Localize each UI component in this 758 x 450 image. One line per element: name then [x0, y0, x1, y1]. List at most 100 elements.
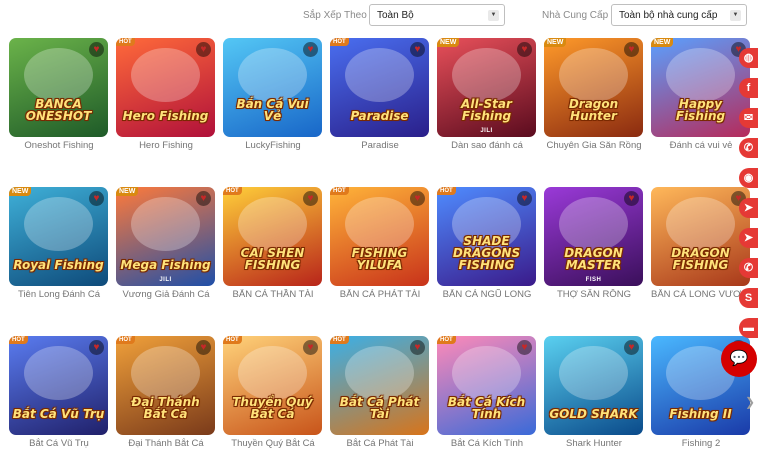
live-chat-button[interactable]: 💬 [721, 341, 757, 377]
game-card[interactable]: NEW ♥ Mega Fishing JILI Vương Giả Đánh Cá [116, 187, 216, 300]
whatsapp-icon[interactable]: ✆ [739, 138, 758, 158]
game-card[interactable]: ♥ Bắn Cá Vui Vẻ LuckyFishing [223, 38, 323, 151]
favorite-heart-icon[interactable]: ♥ [89, 340, 104, 355]
game-card[interactable]: HOT ♥ Bắt Cá Phát Tài Bắt Cá Phát Tài [330, 336, 430, 449]
favorite-heart-icon[interactable]: ♥ [624, 340, 639, 355]
game-logo-text: Paradise [350, 109, 409, 123]
game-thumbnail[interactable]: HOT ♥ Hero Fishing [116, 38, 215, 137]
game-thumbnail[interactable]: NEW ♥ Mega Fishing JILI [116, 187, 215, 286]
game-card[interactable]: HOT ♥ Thuyền Quý Bắt Cá Thuyền Quý Bắt Cá [223, 336, 323, 449]
favorite-heart-icon[interactable]: ♥ [624, 42, 639, 57]
game-logo-text: FISHING YILUFA [351, 246, 408, 272]
favorite-heart-icon[interactable]: ♥ [89, 191, 104, 206]
thumbnail-artwork [237, 47, 308, 103]
favorite-heart-icon[interactable]: ♥ [517, 191, 532, 206]
game-name: Chuyên Gia Săn Rồng [546, 140, 642, 151]
favorite-heart-icon[interactable]: ♥ [196, 191, 211, 206]
chat-bubble-icon[interactable]: ◍ [739, 48, 758, 68]
game-thumbnail[interactable]: HOT ♥ Bắt Cá Kích Tính [437, 336, 536, 435]
chat-icon: 💬 [729, 350, 749, 367]
favorite-heart-icon[interactable]: ♥ [303, 340, 318, 355]
game-name: Dàn sao đánh cá [451, 140, 523, 151]
game-card[interactable]: NEW ♥ Dragon Hunter Chuyên Gia Săn Rồng [544, 38, 644, 151]
game-logo-text: Bắt Cá Kích Tính [447, 395, 526, 421]
line-icon[interactable]: ▬ [739, 318, 758, 338]
game-thumbnail[interactable]: ♥ DRAGON MASTER FISH [544, 187, 643, 286]
phone-icon[interactable]: ✆ [739, 258, 758, 278]
game-thumbnail[interactable]: ♥ DRAGON FISHING [651, 187, 750, 286]
messenger-icon[interactable]: ✉ [739, 108, 758, 128]
status-badge: HOT [437, 336, 456, 344]
favorite-heart-icon[interactable]: ♥ [410, 42, 425, 57]
game-thumbnail[interactable]: ♥ Bắn Cá Vui Vẻ [223, 38, 322, 137]
favorite-heart-icon[interactable]: ♥ [303, 42, 318, 57]
status-badge: HOT [330, 187, 349, 195]
game-card[interactable]: NEW ♥ Happy Fishing Đánh cá vui vẻ [651, 38, 751, 151]
favorite-heart-icon[interactable]: ♥ [196, 340, 211, 355]
thumbnail-artwork [344, 345, 415, 401]
thumbnail-artwork [558, 196, 629, 252]
facebook-icon[interactable]: f [739, 78, 758, 98]
chevron-down-icon: ▼ [730, 10, 741, 21]
game-name: Paradise [361, 140, 399, 151]
game-card[interactable]: NEW ♥ All-Star Fishing JILI Dàn sao đánh cá [437, 38, 537, 151]
sort-select-value: Toàn Bộ [377, 10, 414, 21]
game-card[interactable]: NEW ♥ Royal Fishing Tiên Long Đánh Cá [9, 187, 109, 300]
favorite-heart-icon[interactable]: ♥ [196, 42, 211, 57]
game-card[interactable]: HOT ♥ CAI SHEN FISHING BẮN CÁ THẦN TÀI [223, 187, 323, 300]
provider-select[interactable]: Toàn bộ nhà cung cấp ▼ [611, 4, 747, 26]
game-card[interactable]: HOT ♥ FISHING YILUFA BẮN CÁ PHÁT TÀI [330, 187, 430, 300]
game-thumbnail[interactable]: HOT ♥ Thuyền Quý Bắt Cá [223, 336, 322, 435]
provider-label: Nhà Cung Cấp [542, 10, 609, 21]
game-card[interactable]: HOT ♥ Hero Fishing Hero Fishing [116, 38, 216, 151]
favorite-heart-icon[interactable]: ♥ [410, 340, 425, 355]
game-thumbnail[interactable]: NEW ♥ Dragon Hunter [544, 38, 643, 137]
game-thumbnail[interactable]: NEW ♥ Royal Fishing [9, 187, 108, 286]
game-name: Shark Hunter [566, 438, 622, 449]
skype-icon[interactable]: S [739, 288, 758, 308]
game-thumbnail[interactable]: NEW ♥ All-Star Fishing JILI [437, 38, 536, 137]
provider-tag: JILI [480, 128, 493, 134]
game-card[interactable]: HOT ♥ Đại Thánh Bắt Cá Đại Thánh Bắt Cá [116, 336, 216, 449]
game-card[interactable]: ♥ DRAGON FISHING BẮN CÁ LONG VƯƠNG [651, 187, 751, 300]
game-thumbnail[interactable]: HOT ♥ CAI SHEN FISHING [223, 187, 322, 286]
wechat-icon[interactable]: ◉ [739, 168, 758, 188]
game-thumbnail[interactable]: NEW ♥ Happy Fishing [651, 38, 750, 137]
game-card[interactable]: HOT ♥ Bắt Cá Vũ Trụ Bắt Cá Vũ Trụ [9, 336, 109, 449]
favorite-heart-icon[interactable]: ♥ [517, 42, 532, 57]
game-card[interactable]: ♥ BANCA ONESHOT Oneshot Fishing [9, 38, 109, 151]
filter-bar: Sắp Xếp Theo Toàn Bộ ▼ Nhà Cung Cấp Toàn… [0, 0, 758, 34]
provider-select-value: Toàn bộ nhà cung cấp [619, 10, 718, 21]
game-name: Bắt Cá Phát Tài [346, 438, 414, 449]
favorite-heart-icon[interactable]: ♥ [410, 191, 425, 206]
status-badge: HOT [330, 336, 349, 344]
telegram-icon[interactable]: ➤ [739, 228, 758, 248]
game-name: BẮN CÁ THẦN TÀI [232, 289, 314, 300]
game-thumbnail[interactable]: ♥ BANCA ONESHOT [9, 38, 108, 137]
favorite-heart-icon[interactable]: ♥ [303, 191, 318, 206]
telegram-icon[interactable]: ➤ [739, 198, 758, 218]
game-card[interactable]: HOT ♥ Bắt Cá Kích Tính Bắt Cá Kích Tính [437, 336, 537, 449]
game-thumbnail[interactable]: HOT ♥ Paradise [330, 38, 429, 137]
game-thumbnail[interactable]: HOT ♥ Bắt Cá Phát Tài [330, 336, 429, 435]
game-card[interactable]: ♥ GOLD SHARK Shark Hunter [544, 336, 644, 449]
status-badge: HOT [437, 187, 456, 195]
game-card[interactable]: ♥ DRAGON MASTER FISH THỢ SĂN RỒNG [544, 187, 644, 300]
game-thumbnail[interactable]: ♥ GOLD SHARK [544, 336, 643, 435]
game-thumbnail[interactable]: HOT ♥ FISHING YILUFA [330, 187, 429, 286]
game-card[interactable]: HOT ♥ SHADE DRAGONS FISHING BẮN CÁ NGŨ LONG [437, 187, 537, 300]
favorite-heart-icon[interactable]: ♥ [517, 340, 532, 355]
favorite-heart-icon[interactable]: ♥ [624, 191, 639, 206]
game-card[interactable]: HOT ♥ Paradise Paradise [330, 38, 430, 151]
game-logo-text: Royal Fishing [13, 258, 104, 272]
game-thumbnail[interactable]: HOT ♥ Bắt Cá Vũ Trụ [9, 336, 108, 435]
favorite-heart-icon[interactable]: ♥ [89, 42, 104, 57]
next-arrow-button[interactable]: ❯ [742, 392, 758, 412]
thumbnail-artwork [23, 47, 94, 103]
game-name: BẮN CÁ NGŨ LONG [442, 289, 532, 300]
game-thumbnail[interactable]: HOT ♥ Đại Thánh Bắt Cá [116, 336, 215, 435]
game-thumbnail[interactable]: HOT ♥ SHADE DRAGONS FISHING [437, 187, 536, 286]
sort-select[interactable]: Toàn Bộ ▼ [369, 4, 505, 26]
thumbnail-artwork [130, 47, 201, 103]
provider-tag: JILI [159, 277, 172, 283]
